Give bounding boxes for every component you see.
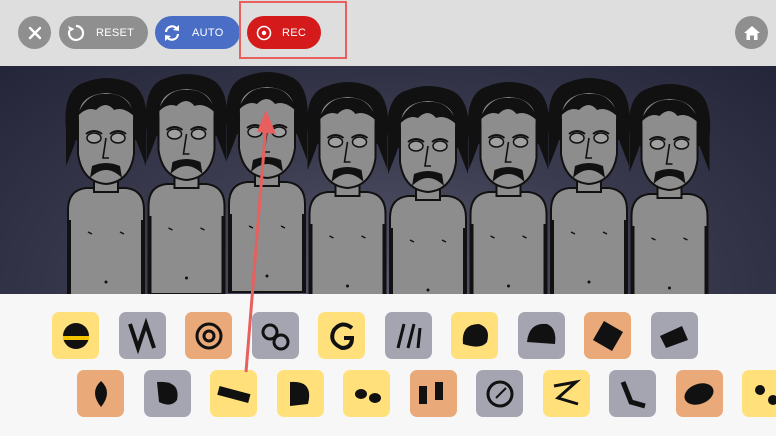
toolbar: RESET AUTO REC [0, 0, 776, 66]
cap-sound-icon-glyph [527, 323, 556, 344]
clock-sound-icon[interactable] [476, 370, 523, 417]
zeta-sound-icon-glyph [553, 379, 581, 405]
glyph-sound-icon-glyph [329, 322, 354, 350]
balloon-sound-icon[interactable] [143, 370, 191, 417]
sticks-sound-icon-glyph [396, 323, 422, 348]
leaf-sound-icon-glyph [290, 381, 310, 406]
cube-sound-icon-glyph [592, 320, 623, 351]
bar-sound-icon[interactable] [210, 370, 257, 417]
reset-icon [65, 22, 87, 44]
mask-sound-icon-glyph [462, 323, 488, 347]
character[interactable] [226, 72, 308, 293]
disc-sound-icon-glyph [684, 382, 714, 405]
character[interactable] [467, 82, 550, 294]
auto-label: AUTO [192, 26, 224, 39]
helmet-sound-icon-glyph [62, 322, 89, 349]
cube-sound-icon[interactable] [584, 312, 631, 359]
glyph-sound-icon[interactable] [318, 312, 365, 359]
sticks-sound-icon[interactable] [384, 312, 432, 359]
helmet-sound-icon[interactable] [52, 312, 99, 359]
face-sound-icon[interactable] [742, 370, 776, 417]
character[interactable] [628, 84, 711, 294]
disc-sound-icon[interactable] [675, 370, 723, 417]
close-button[interactable] [18, 16, 51, 49]
reset-label: RESET [96, 26, 135, 39]
character[interactable] [65, 78, 147, 294]
swirl-sound-icon[interactable] [251, 312, 299, 359]
leaf-sound-icon[interactable] [276, 370, 324, 417]
spiral-sound-icon[interactable] [185, 312, 232, 359]
hat-sound-icon-glyph [660, 325, 688, 348]
close-icon [28, 26, 41, 39]
clock-sound-icon-glyph [486, 380, 513, 407]
bar-sound-icon-glyph [216, 385, 250, 403]
stripes-sound-icon[interactable] [409, 370, 457, 417]
character[interactable] [548, 78, 630, 294]
zeta-sound-icon[interactable] [542, 370, 590, 417]
characters-layer [65, 72, 711, 294]
sound-icon-tray [0, 294, 776, 436]
home-button[interactable] [735, 16, 768, 49]
auto-button[interactable]: AUTO [155, 16, 240, 49]
zigzag-sound-icon[interactable] [118, 312, 166, 359]
spiral-sound-icon-glyph [195, 322, 222, 349]
home-icon [743, 25, 760, 40]
cap-sound-icon[interactable] [517, 312, 565, 359]
character[interactable] [306, 82, 389, 294]
character-stage [0, 66, 776, 294]
reset-button[interactable]: RESET [59, 16, 148, 49]
character[interactable] [387, 86, 469, 294]
wave-sound-icon-glyph [620, 380, 646, 408]
drop-sound-icon[interactable] [77, 370, 124, 417]
face-sound-icon-glyph [754, 384, 776, 405]
glasses-sound-icon[interactable] [343, 370, 390, 417]
glasses-sound-icon-glyph [354, 388, 381, 403]
stripes-sound-icon-glyph [419, 381, 443, 404]
character[interactable] [145, 74, 228, 294]
swirl-sound-icon-glyph [261, 323, 290, 350]
balloon-sound-icon-glyph [157, 381, 178, 405]
rec-highlight-box [239, 1, 347, 59]
zigzag-sound-icon-glyph [128, 317, 156, 354]
wave-sound-icon[interactable] [609, 370, 656, 417]
drop-sound-icon-glyph [94, 380, 107, 407]
refresh-icon [161, 22, 183, 44]
hat-sound-icon[interactable] [650, 312, 698, 359]
mask-sound-icon[interactable] [451, 312, 498, 359]
